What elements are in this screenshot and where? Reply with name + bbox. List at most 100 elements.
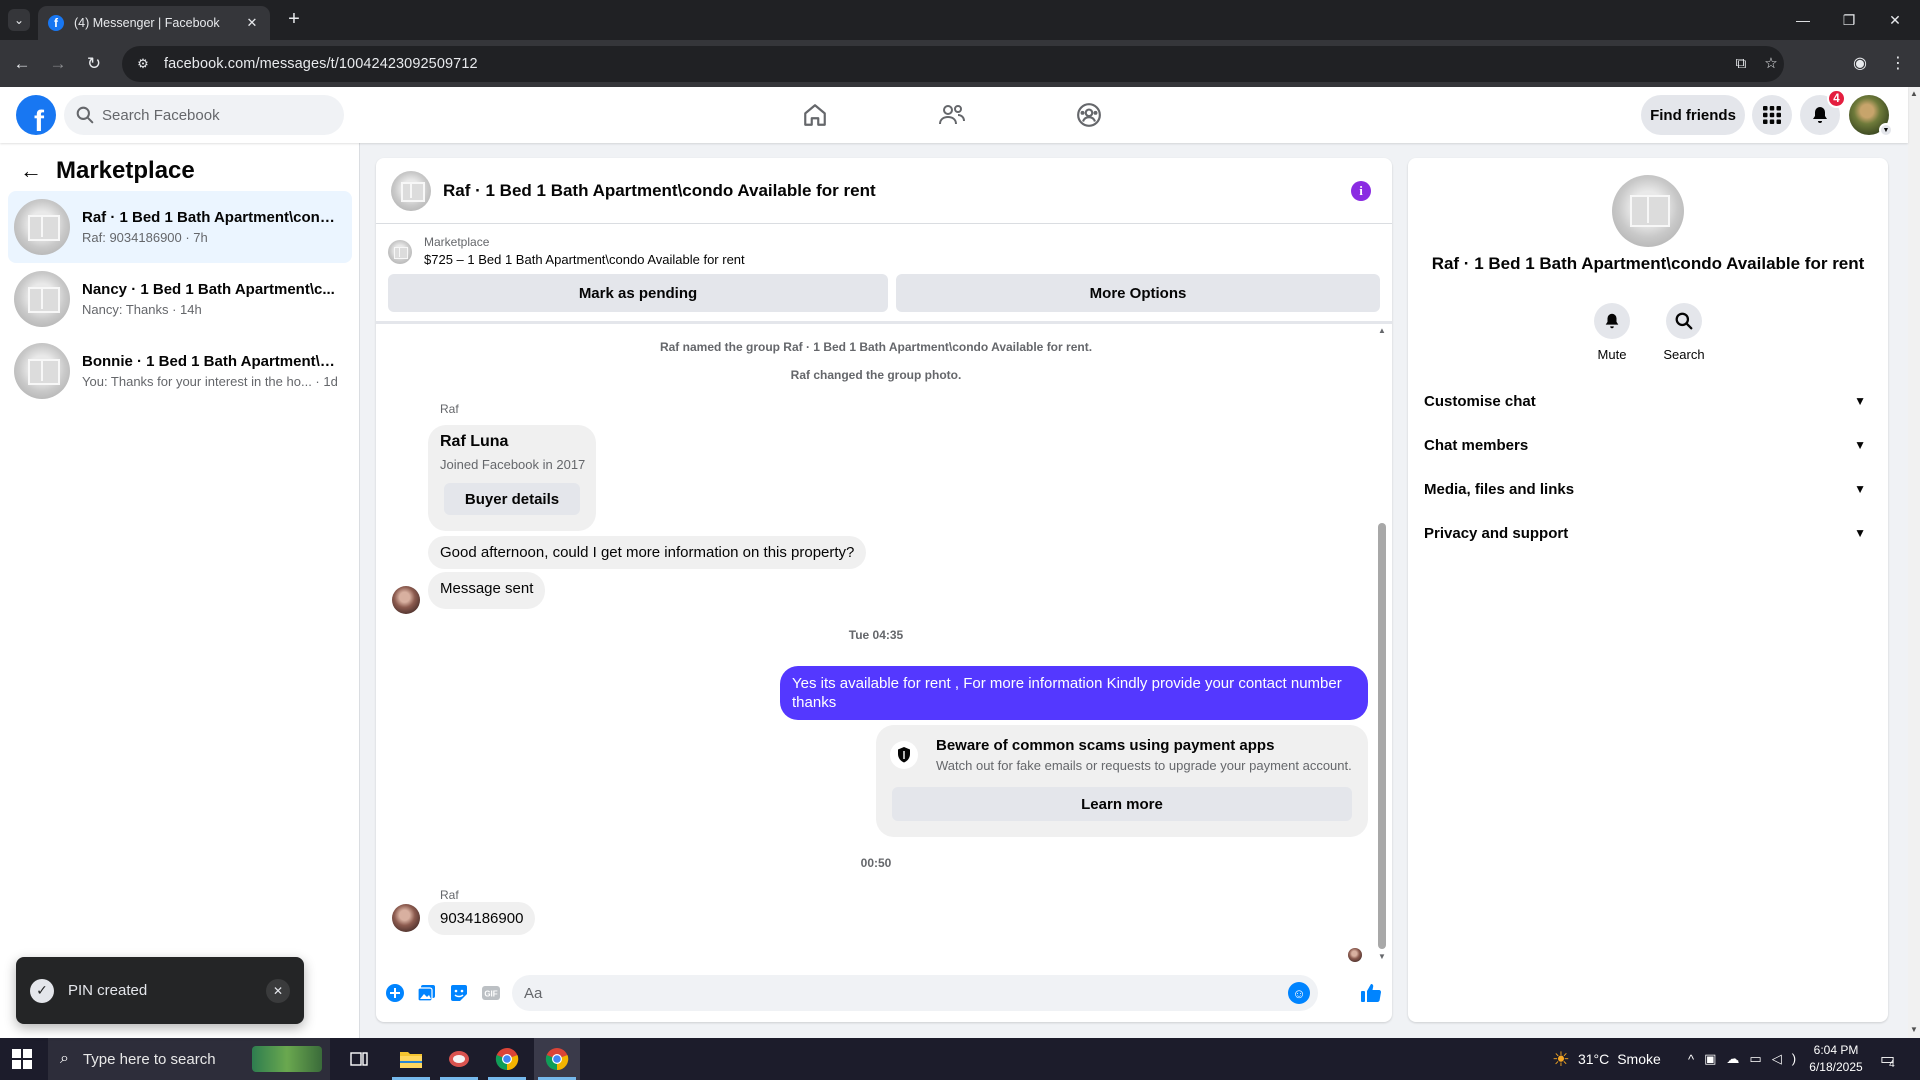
scrollbar-thumb[interactable]: [1378, 523, 1386, 949]
windows-start-icon[interactable]: [12, 1049, 32, 1069]
listing-banner[interactable]: Marketplace $725 – 1 Bed 1 Bath Apartmen…: [376, 224, 1392, 279]
scroll-down-icon[interactable]: ▼: [1378, 952, 1386, 961]
panel-title: ← Marketplace: [20, 157, 195, 185]
close-tab-icon[interactable]: ✕: [244, 15, 260, 31]
scroll-down-icon[interactable]: ▼: [1910, 1025, 1918, 1034]
find-friends-button[interactable]: Find friends: [1641, 95, 1745, 135]
onedrive-icon[interactable]: ☁: [1726, 1051, 1749, 1067]
conversation-name: Raf · 1 Bed 1 Bath Apartment\cond...: [82, 209, 340, 226]
section-privacy-support[interactable]: Privacy and support ▼: [1424, 511, 1872, 555]
sender-avatar[interactable]: [392, 586, 420, 614]
system-tray[interactable]: ^ ▣ ☁ ▭ ◁): [1688, 1038, 1806, 1080]
new-tab-button[interactable]: +: [282, 8, 306, 32]
minimize-window-button[interactable]: —: [1780, 0, 1826, 40]
conversation-item-nancy[interactable]: Nancy · 1 Bed 1 Bath Apartment\c... Nanc…: [8, 263, 352, 335]
chevron-down-icon: ▼: [1854, 482, 1866, 496]
chevron-down-icon: ▼: [1879, 123, 1893, 137]
tab-search-button[interactable]: ⌄: [8, 9, 30, 31]
gif-icon[interactable]: GIF: [480, 982, 502, 1004]
conversation-preview: You: Thanks for your interest in the ho.…: [82, 374, 338, 389]
weather-desc: Smoke: [1617, 1051, 1661, 1067]
scam-warning-card: Beware of common scams using payment app…: [876, 725, 1368, 837]
conversation-item-bonnie[interactable]: Bonnie · 1 Bed 1 Bath Apartment\c... You…: [8, 335, 352, 407]
section-customise-chat[interactable]: Customise chat ▼: [1424, 379, 1872, 423]
mark-as-pending-button[interactable]: Mark as pending: [388, 274, 888, 312]
bookmark-star-icon[interactable]: ☆: [1760, 53, 1782, 75]
menu-button[interactable]: [1752, 95, 1792, 135]
notification-count-badge: 4: [1827, 89, 1846, 108]
incoming-message[interactable]: 9034186900: [428, 902, 536, 935]
file-explorer-icon[interactable]: [388, 1038, 434, 1080]
facebook-search-box[interactable]: [64, 95, 344, 135]
thumbs-up-icon[interactable]: [1360, 982, 1382, 1004]
photo-icon[interactable]: [416, 982, 438, 1004]
site-info-icon[interactable]: ⚙: [132, 53, 154, 75]
chat-title[interactable]: Raf · 1 Bed 1 Bath Apartment\condo Avail…: [443, 181, 876, 201]
taskbar-clock[interactable]: 6:04 PM 6/18/2025: [1798, 1042, 1874, 1076]
bell-icon: [1605, 313, 1619, 329]
learn-more-button[interactable]: Learn more: [892, 787, 1352, 821]
reload-button[interactable]: ↻: [82, 52, 106, 76]
nav-groups[interactable]: [1033, 91, 1145, 139]
profile-joined: Joined Facebook in 2017: [440, 457, 586, 472]
outgoing-message[interactable]: Yes its available for rent , For more in…: [780, 666, 1368, 720]
conversation-name: Bonnie · 1 Bed 1 Bath Apartment\c...: [82, 353, 340, 370]
message-input[interactable]: [524, 984, 1288, 1002]
buyer-details-button[interactable]: Buyer details: [444, 483, 580, 515]
notification-center-icon[interactable]: ▭ 4: [1880, 1038, 1895, 1080]
restore-window-button[interactable]: ❐: [1826, 0, 1872, 40]
group-photo[interactable]: [391, 170, 431, 211]
mute-action[interactable]: Mute: [1582, 303, 1642, 362]
sticker-icon[interactable]: [448, 982, 470, 1004]
account-avatar[interactable]: ▼: [1849, 95, 1893, 137]
nav-home[interactable]: [759, 91, 871, 139]
chat-scrollbar[interactable]: ▲ ▼: [1376, 324, 1388, 964]
search-highlight-image: [252, 1046, 322, 1072]
info-icon[interactable]: i: [1351, 181, 1371, 201]
facebook-logo[interactable]: f: [16, 95, 56, 135]
more-options-button[interactable]: More Options: [896, 274, 1380, 312]
taskbar-search-input[interactable]: [82, 1050, 263, 1068]
weather-widget[interactable]: ☀ 31°C Smoke: [1552, 1038, 1661, 1080]
browser-tab-active[interactable]: f (4) Messenger | Facebook ✕: [38, 6, 270, 40]
facebook-search-input[interactable]: [102, 106, 322, 124]
section-media-files-links[interactable]: Media, files and links ▼: [1424, 467, 1872, 511]
nav-friends[interactable]: [896, 91, 1008, 139]
address-bar[interactable]: ⚙ facebook.com/messages/t/10042423092509…: [122, 46, 1784, 82]
app-icon[interactable]: [436, 1038, 482, 1080]
group-photo-large[interactable]: [1612, 175, 1684, 247]
chrome-profile-icon[interactable]: [534, 1038, 580, 1080]
sender-avatar[interactable]: [392, 904, 420, 932]
section-label: Privacy and support: [1424, 524, 1569, 542]
toast-close-button[interactable]: ✕: [266, 978, 290, 1003]
groups-icon: [1077, 103, 1101, 127]
page-scrollbar[interactable]: ▲ ▼: [1908, 87, 1920, 1038]
search-action[interactable]: Search: [1654, 303, 1714, 362]
chevron-up-icon[interactable]: ^: [1688, 1052, 1704, 1067]
tab-title: (4) Messenger | Facebook: [74, 16, 220, 30]
back-arrow-icon[interactable]: ←: [20, 158, 46, 184]
profile-icon[interactable]: ◉: [1848, 52, 1872, 76]
taskbar-search[interactable]: ⌕: [48, 1038, 330, 1080]
incoming-message[interactable]: Good afternoon, could I get more informa…: [428, 536, 867, 569]
task-view-icon[interactable]: [336, 1038, 382, 1080]
notifications-button[interactable]: 4: [1800, 89, 1846, 135]
install-app-icon[interactable]: ⧉: [1730, 53, 1752, 75]
conversation-item-raf[interactable]: Raf · 1 Bed 1 Bath Apartment\cond... Raf…: [8, 191, 352, 263]
section-chat-members[interactable]: Chat members ▼: [1424, 423, 1872, 467]
emoji-icon[interactable]: ☺: [1288, 982, 1310, 1004]
listing-source-label: Marketplace: [424, 235, 490, 249]
back-button[interactable]: ←: [10, 52, 34, 76]
network-icon[interactable]: ▭: [1749, 1051, 1771, 1067]
incoming-message[interactable]: Message sent: [428, 572, 546, 609]
scroll-up-icon[interactable]: ▲: [1910, 89, 1918, 98]
meet-now-icon[interactable]: ▣: [1704, 1051, 1726, 1067]
plus-icon[interactable]: [384, 982, 406, 1004]
close-window-button[interactable]: ✕: [1872, 0, 1918, 40]
forward-button[interactable]: →: [46, 52, 70, 76]
section-label: Media, files and links: [1424, 480, 1575, 498]
scroll-up-icon[interactable]: ▲: [1378, 326, 1386, 335]
message-input-box[interactable]: ☺: [512, 975, 1318, 1011]
chrome-icon[interactable]: [484, 1038, 530, 1080]
browser-menu-icon[interactable]: ⋮: [1886, 52, 1910, 76]
